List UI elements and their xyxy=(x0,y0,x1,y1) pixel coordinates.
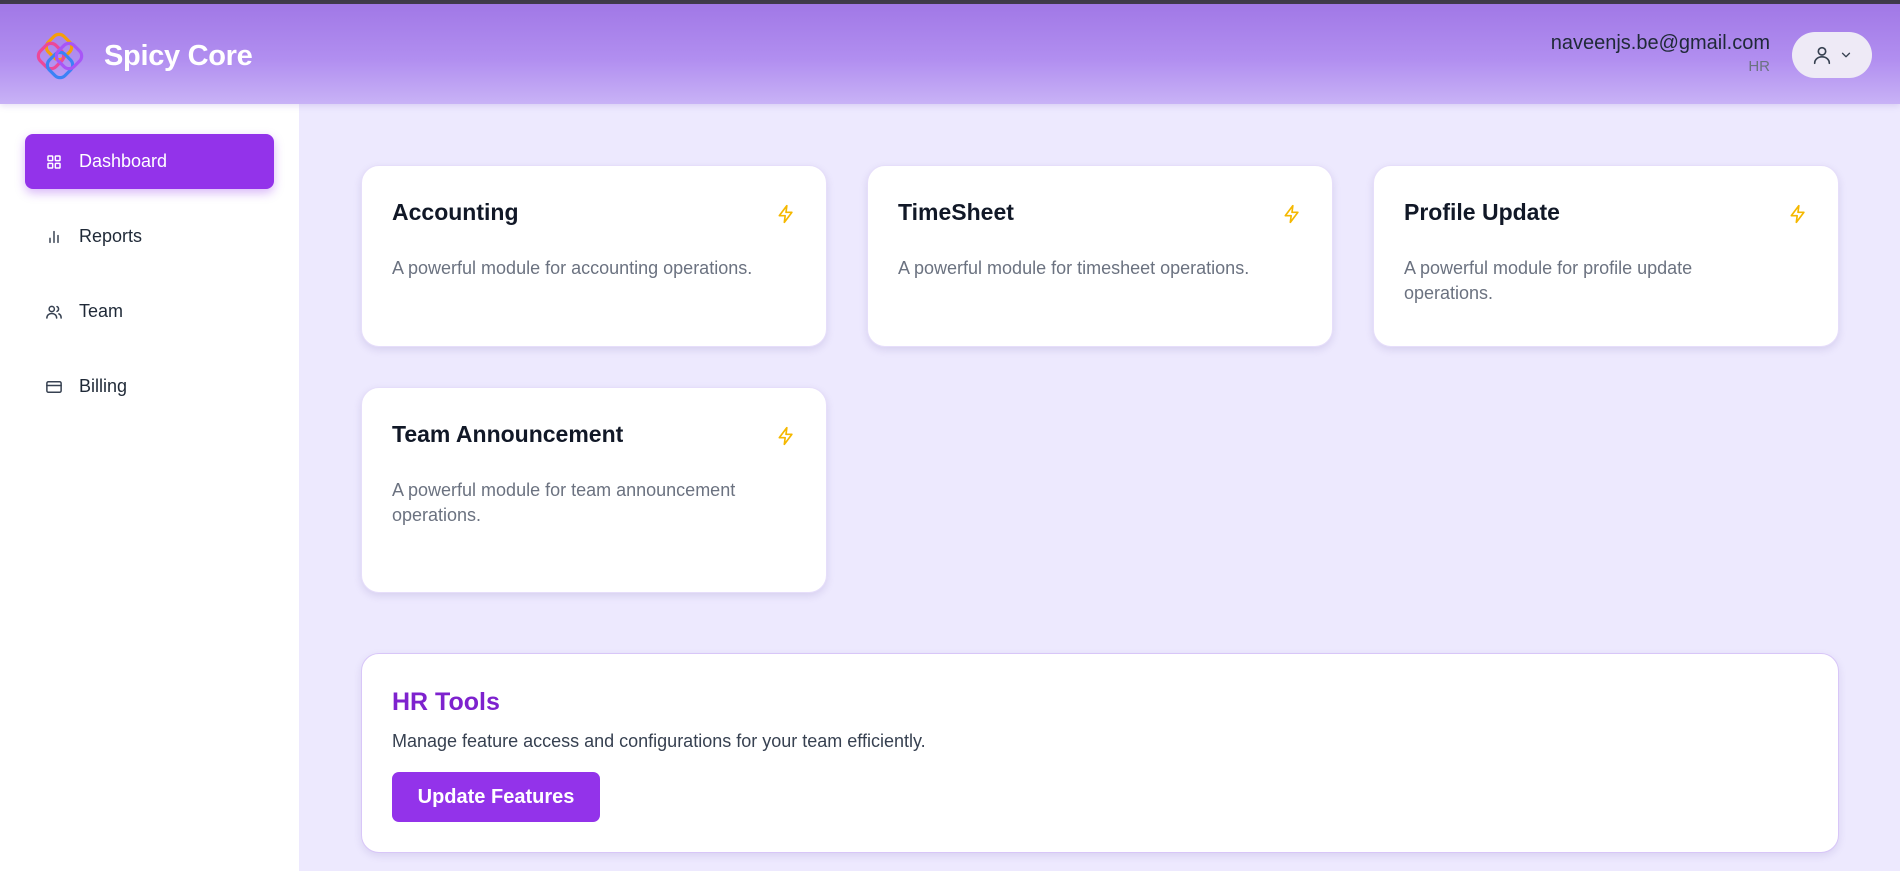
brand[interactable]: Spicy Core xyxy=(36,32,253,80)
sidebar-item-label: Team xyxy=(79,301,124,321)
dashboard-grid-icon xyxy=(45,153,63,171)
sidebar-item-label: Reports xyxy=(79,226,143,246)
app-name: Spicy Core xyxy=(104,39,253,72)
module-card-profile-update[interactable]: Profile Update A powerful module for pro… xyxy=(1373,165,1839,347)
module-description: A powerful module for team announcement … xyxy=(392,480,736,525)
module-title: Accounting xyxy=(392,199,519,225)
sidebar-item-billing[interactable]: Billing xyxy=(25,359,274,414)
users-icon xyxy=(45,303,63,321)
sidebar-item-reports[interactable]: Reports xyxy=(25,209,274,264)
update-features-button[interactable]: Update Features xyxy=(392,772,600,822)
module-description: A powerful module for profile update ope… xyxy=(1404,258,1693,303)
module-title: Team Announcement xyxy=(392,421,624,447)
main-content: Accounting A powerful module for account… xyxy=(299,104,1900,871)
user-info: naveenjs.be@gmail.com HR xyxy=(1551,32,1770,75)
lightning-bolt-icon xyxy=(778,204,793,224)
sidebar-item-label: Billing xyxy=(79,376,128,396)
user-role: HR xyxy=(1748,58,1770,75)
sidebar-item-dashboard[interactable]: Dashboard xyxy=(25,134,274,189)
module-description: A powerful module for timesheet operatio… xyxy=(898,258,1250,278)
module-card-timesheet[interactable]: TimeSheet A powerful module for timeshee… xyxy=(867,165,1333,347)
spicy-core-logo-icon xyxy=(36,32,84,80)
lightning-bolt-icon xyxy=(1284,204,1299,224)
module-description: A powerful module for accounting operati… xyxy=(392,258,753,278)
credit-card-icon xyxy=(45,378,63,396)
sidebar: Dashboard Reports Team Billing xyxy=(0,104,299,871)
user-icon xyxy=(1813,46,1831,65)
sidebar-item-team[interactable]: Team xyxy=(25,284,274,339)
bar-chart-icon xyxy=(45,228,63,246)
hr-tools-title: HR Tools xyxy=(392,688,500,716)
user-menu-button[interactable] xyxy=(1792,32,1872,78)
hr-tools-panel: HR Tools Manage feature access and confi… xyxy=(361,653,1839,853)
sidebar-item-label: Dashboard xyxy=(79,151,168,171)
lightning-bolt-icon xyxy=(778,426,793,446)
module-title: TimeSheet xyxy=(898,199,1014,225)
lightning-bolt-icon xyxy=(1790,204,1805,224)
app-header: Spicy Core naveenjs.be@gmail.com HR xyxy=(0,4,1900,104)
module-card-accounting[interactable]: Accounting A powerful module for account… xyxy=(361,165,827,347)
chevron-down-icon xyxy=(1841,52,1851,58)
user-email: naveenjs.be@gmail.com xyxy=(1550,32,1770,54)
hr-tools-description: Manage feature access and configurations… xyxy=(392,731,926,751)
module-title: Profile Update xyxy=(1404,199,1560,225)
module-card-team-announcement[interactable]: Team Announcement A powerful module for … xyxy=(361,387,827,593)
